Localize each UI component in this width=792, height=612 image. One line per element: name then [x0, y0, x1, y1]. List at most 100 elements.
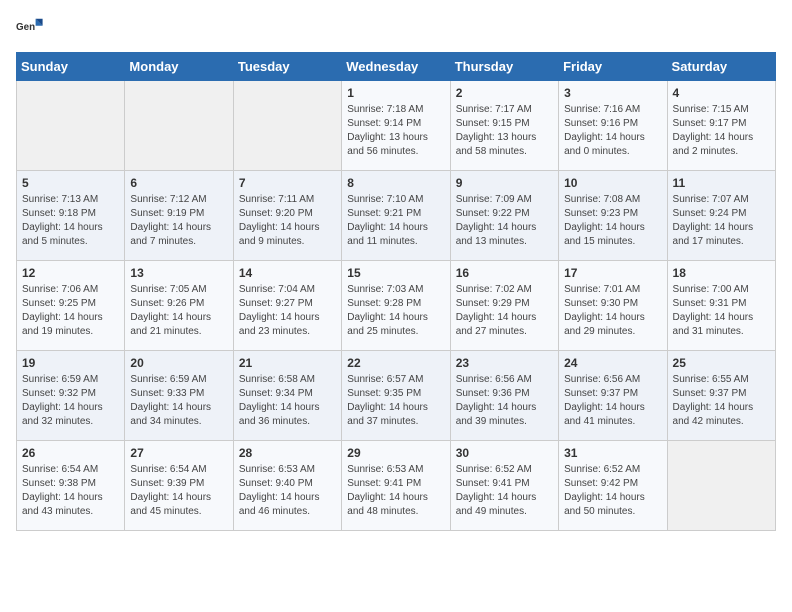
- calendar-week-row: 19 Sunrise: 6:59 AMSunset: 9:32 PMDayligh…: [17, 351, 776, 441]
- calendar-cell: 14 Sunrise: 7:04 AMSunset: 9:27 PMDayligh…: [233, 261, 341, 351]
- day-number: 17: [564, 266, 661, 280]
- calendar-cell: 5 Sunrise: 7:13 AMSunset: 9:18 PMDaylight…: [17, 171, 125, 261]
- header-area: Gen: [16, 16, 776, 44]
- calendar-cell: [233, 81, 341, 171]
- day-number: 14: [239, 266, 336, 280]
- day-number: 27: [130, 446, 227, 460]
- calendar-week-row: 5 Sunrise: 7:13 AMSunset: 9:18 PMDaylight…: [17, 171, 776, 261]
- weekday-header: Tuesday: [233, 53, 341, 81]
- weekday-header: Saturday: [667, 53, 775, 81]
- calendar-cell: 12Sunrise: 7:06 AMSunset: 9:25 PMDayligh…: [17, 261, 125, 351]
- day-info: Sunrise: 7:09 AMSunset: 9:22 PMDaylight:…: [456, 193, 553, 249]
- weekday-header: Sunday: [17, 53, 125, 81]
- calendar-cell: 26 Sunrise: 6:54 AMSunset: 9:38 PMDayligh…: [17, 441, 125, 531]
- day-number: 1: [347, 86, 444, 100]
- day-number: 10: [564, 176, 661, 190]
- day-number: 15: [347, 266, 444, 280]
- day-info: Sunrise: 7:12 AMSunset: 9:19 PMDaylight:…: [130, 193, 227, 249]
- calendar-table: SundayMondayTuesdayWednesdayThursdayFrid…: [16, 52, 776, 531]
- day-info: Sunrise: 7:16 AMSunset: 9:16 PMDaylight:…: [564, 103, 661, 159]
- calendar-cell: 20 Sunrise: 6:59 AMSunset: 9:33 PMDayligh…: [125, 351, 233, 441]
- calendar-cell: 3 Sunrise: 7:16 AMSunset: 9:16 PMDaylight…: [559, 81, 667, 171]
- calendar-cell: 24Sunrise: 6:56 AMSunset: 9:37 PMDayligh…: [559, 351, 667, 441]
- day-number: 22: [347, 356, 444, 370]
- day-info: Sunrise: 7:11 AMSunset: 9:20 PMDaylight:…: [239, 193, 336, 249]
- weekday-header: Thursday: [450, 53, 558, 81]
- day-number: 7: [239, 176, 336, 190]
- day-info: Sunrise: 7:02 AMSunset: 9:29 PMDaylight:…: [456, 283, 553, 339]
- weekday-header: Friday: [559, 53, 667, 81]
- day-info: Sunrise: 7:01 AMSunset: 9:30 PMDaylight:…: [564, 283, 661, 339]
- day-info: Sunrise: 6:54 AMSunset: 9:38 PMDaylight:…: [22, 463, 119, 519]
- calendar-cell: 21 Sunrise: 6:58 AMSunset: 9:34 PMDayligh…: [233, 351, 341, 441]
- calendar-cell: [17, 81, 125, 171]
- day-number: 4: [673, 86, 770, 100]
- calendar-cell: 29 Sunrise: 6:53 AMSunset: 9:41 PMDayligh…: [342, 441, 450, 531]
- day-number: 28: [239, 446, 336, 460]
- logo-icon: Gen: [16, 16, 44, 44]
- svg-text:Gen: Gen: [16, 22, 35, 33]
- day-number: 21: [239, 356, 336, 370]
- calendar-cell: 13Sunrise: 7:05 AMSunset: 9:26 PMDayligh…: [125, 261, 233, 351]
- day-info: Sunrise: 7:00 AMSunset: 9:31 PMDaylight:…: [673, 283, 770, 339]
- day-number: 26: [22, 446, 119, 460]
- day-info: Sunrise: 6:59 AMSunset: 9:32 PMDaylight:…: [22, 373, 119, 429]
- calendar-cell: 28 Sunrise: 6:53 AMSunset: 9:40 PMDayligh…: [233, 441, 341, 531]
- day-number: 30: [456, 446, 553, 460]
- day-number: 5: [22, 176, 119, 190]
- day-info: Sunrise: 7:18 AMSunset: 9:14 PMDaylight:…: [347, 103, 444, 159]
- calendar-cell: [667, 441, 775, 531]
- day-info: Sunrise: 6:58 AMSunset: 9:34 PMDaylight:…: [239, 373, 336, 429]
- day-info: Sunrise: 7:17 AMSunset: 9:15 PMDaylight:…: [456, 103, 553, 159]
- calendar-week-row: 12Sunrise: 7:06 AMSunset: 9:25 PMDayligh…: [17, 261, 776, 351]
- calendar-week-row: 26 Sunrise: 6:54 AMSunset: 9:38 PMDayligh…: [17, 441, 776, 531]
- calendar-cell: 1 Sunrise: 7:18 AMSunset: 9:14 PMDaylight…: [342, 81, 450, 171]
- weekday-header: Monday: [125, 53, 233, 81]
- calendar-cell: 17 Sunrise: 7:01 AMSunset: 9:30 PMDayligh…: [559, 261, 667, 351]
- calendar-cell: 6Sunrise: 7:12 AMSunset: 9:19 PMDaylight…: [125, 171, 233, 261]
- day-info: Sunrise: 6:53 AMSunset: 9:40 PMDaylight:…: [239, 463, 336, 519]
- day-number: 2: [456, 86, 553, 100]
- calendar-week-row: 1 Sunrise: 7:18 AMSunset: 9:14 PMDaylight…: [17, 81, 776, 171]
- calendar-cell: 31 Sunrise: 6:52 AMSunset: 9:42 PMDayligh…: [559, 441, 667, 531]
- day-info: Sunrise: 6:52 AMSunset: 9:41 PMDaylight:…: [456, 463, 553, 519]
- day-info: Sunrise: 7:15 AMSunset: 9:17 PMDaylight:…: [673, 103, 770, 159]
- day-number: 13: [130, 266, 227, 280]
- day-info: Sunrise: 7:07 AMSunset: 9:24 PMDaylight:…: [673, 193, 770, 249]
- day-info: Sunrise: 6:52 AMSunset: 9:42 PMDaylight:…: [564, 463, 661, 519]
- day-info: Sunrise: 6:54 AMSunset: 9:39 PMDaylight:…: [130, 463, 227, 519]
- day-number: 25: [673, 356, 770, 370]
- calendar-cell: 18Sunrise: 7:00 AMSunset: 9:31 PMDayligh…: [667, 261, 775, 351]
- day-info: Sunrise: 6:57 AMSunset: 9:35 PMDaylight:…: [347, 373, 444, 429]
- day-number: 20: [130, 356, 227, 370]
- day-info: Sunrise: 7:04 AMSunset: 9:27 PMDaylight:…: [239, 283, 336, 339]
- day-info: Sunrise: 7:08 AMSunset: 9:23 PMDaylight:…: [564, 193, 661, 249]
- calendar-cell: 30 Sunrise: 6:52 AMSunset: 9:41 PMDayligh…: [450, 441, 558, 531]
- day-info: Sunrise: 7:06 AMSunset: 9:25 PMDaylight:…: [22, 283, 119, 339]
- day-number: 16: [456, 266, 553, 280]
- calendar-header-row: SundayMondayTuesdayWednesdayThursdayFrid…: [17, 53, 776, 81]
- logo: Gen: [16, 16, 48, 44]
- day-number: 31: [564, 446, 661, 460]
- calendar-cell: 19 Sunrise: 6:59 AMSunset: 9:32 PMDayligh…: [17, 351, 125, 441]
- day-number: 24: [564, 356, 661, 370]
- calendar-cell: 10 Sunrise: 7:08 AMSunset: 9:23 PMDayligh…: [559, 171, 667, 261]
- day-number: 23: [456, 356, 553, 370]
- day-number: 29: [347, 446, 444, 460]
- calendar-cell: 27 Sunrise: 6:54 AMSunset: 9:39 PMDayligh…: [125, 441, 233, 531]
- day-number: 11: [673, 176, 770, 190]
- day-info: Sunrise: 6:53 AMSunset: 9:41 PMDaylight:…: [347, 463, 444, 519]
- calendar-cell: 8Sunrise: 7:10 AMSunset: 9:21 PMDaylight…: [342, 171, 450, 261]
- day-info: Sunrise: 7:13 AMSunset: 9:18 PMDaylight:…: [22, 193, 119, 249]
- day-number: 3: [564, 86, 661, 100]
- calendar-cell: 23 Sunrise: 6:56 AMSunset: 9:36 PMDayligh…: [450, 351, 558, 441]
- calendar-cell: 16 Sunrise: 7:02 AMSunset: 9:29 PMDayligh…: [450, 261, 558, 351]
- day-info: Sunrise: 7:10 AMSunset: 9:21 PMDaylight:…: [347, 193, 444, 249]
- day-info: Sunrise: 6:56 AMSunset: 9:36 PMDaylight:…: [456, 373, 553, 429]
- day-number: 19: [22, 356, 119, 370]
- day-info: Sunrise: 6:59 AMSunset: 9:33 PMDaylight:…: [130, 373, 227, 429]
- calendar-cell: 7 Sunrise: 7:11 AMSunset: 9:20 PMDaylight…: [233, 171, 341, 261]
- calendar-cell: 15Sunrise: 7:03 AMSunset: 9:28 PMDayligh…: [342, 261, 450, 351]
- calendar-cell: 25Sunrise: 6:55 AMSunset: 9:37 PMDayligh…: [667, 351, 775, 441]
- weekday-header: Wednesday: [342, 53, 450, 81]
